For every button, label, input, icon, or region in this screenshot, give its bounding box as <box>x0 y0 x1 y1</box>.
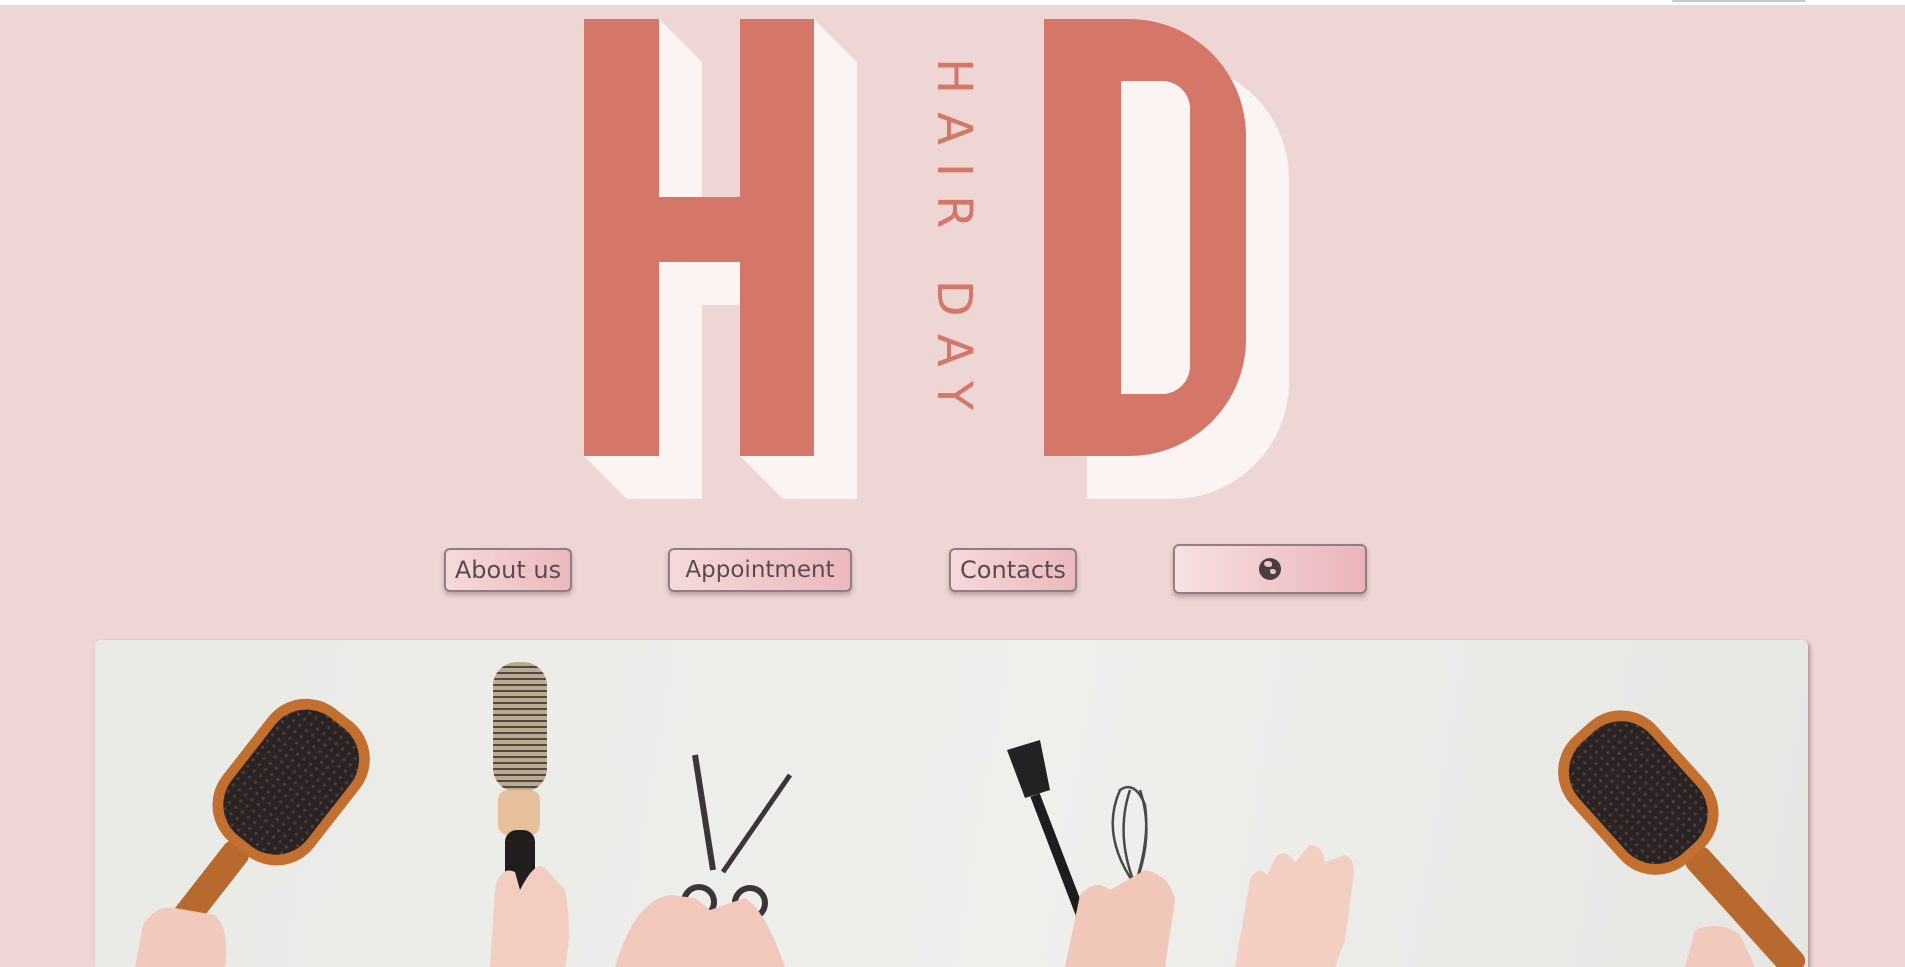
top-scroll-tab <box>1672 0 1806 2</box>
about-us-button[interactable]: About us <box>444 548 572 592</box>
language-button[interactable] <box>1173 544 1367 594</box>
top-edge-line <box>0 0 1905 5</box>
hand-1 <box>135 907 227 967</box>
appointment-button[interactable]: Appointment <box>668 548 852 592</box>
hero-image <box>95 640 1808 967</box>
hand-6 <box>1685 926 1755 967</box>
hand-2 <box>490 866 569 967</box>
paddle-brush-right <box>1558 710 1806 967</box>
hand-3 <box>615 895 785 967</box>
scissors <box>681 754 793 921</box>
contacts-button[interactable]: Contacts <box>949 548 1077 592</box>
hairdressing-tools-illustration <box>135 662 1806 967</box>
logo-wordmark: HAIR DAY <box>926 58 982 429</box>
globe-icon <box>1259 558 1281 580</box>
hand-5 <box>1235 845 1354 967</box>
hand-4 <box>1065 870 1175 967</box>
